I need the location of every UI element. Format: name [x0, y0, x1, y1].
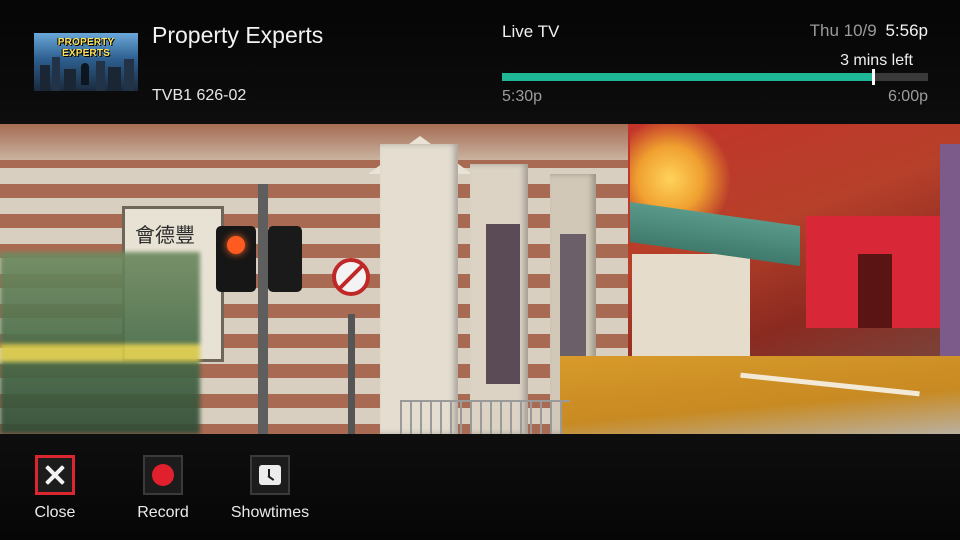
- thumbnail-building: [52, 57, 60, 91]
- traffic-pole: [258, 184, 268, 434]
- thumbnail-building: [124, 59, 134, 91]
- passing-tram: [0, 252, 200, 434]
- clock-icon: [259, 465, 281, 485]
- thumbnail-building: [96, 61, 105, 91]
- progress-fill: [502, 73, 873, 81]
- channel-number: TVB1 626-02: [152, 87, 247, 104]
- close-button-box[interactable]: [35, 455, 75, 495]
- program-thumbnail: PROPERTY EXPERTS: [34, 33, 138, 91]
- record-icon: [152, 464, 174, 486]
- program-title: Property Experts: [152, 22, 324, 48]
- showtimes-button-box[interactable]: [250, 455, 290, 495]
- no-entry-sign: [332, 258, 370, 296]
- close-icon: [44, 464, 66, 486]
- time-remaining: 3 mins left: [840, 52, 913, 69]
- street-road: [560, 356, 960, 434]
- sign-pole: [348, 314, 355, 434]
- signboard-text: 會德豐: [135, 223, 195, 247]
- live-video-frame[interactable]: 會德豐: [0, 124, 960, 434]
- record-button-box[interactable]: [143, 455, 183, 495]
- tram-stripe: [0, 344, 200, 362]
- program-end-time: 6:00p: [887, 88, 928, 105]
- current-date: Thu 10/9: [809, 21, 877, 40]
- building-pillar: [380, 144, 458, 434]
- traffic-light-lamp: [227, 236, 245, 254]
- red-building: [806, 216, 944, 328]
- current-time: 5:56p: [885, 21, 928, 40]
- window-poster: [486, 224, 520, 384]
- action-bar: Close Record Showtimes: [0, 434, 960, 540]
- clock-readout: Thu 10/9 5:56p: [810, 21, 928, 41]
- progress-marker: [871, 69, 875, 85]
- street-railing: [400, 400, 570, 434]
- thumbnail-building: [40, 65, 50, 91]
- program-progress-bar: [502, 69, 928, 85]
- thumbnail-building: [64, 69, 76, 91]
- thumbnail-building: [108, 67, 121, 91]
- live-tv-label: Live TV: [502, 22, 560, 41]
- thumbnail-person: [81, 63, 89, 85]
- thumbnail-title: PROPERTY EXPERTS: [57, 37, 115, 59]
- close-button-label: Close: [34, 504, 76, 521]
- traffic-light: [268, 226, 302, 292]
- close-button[interactable]: Close: [10, 455, 100, 522]
- record-button-label: Record: [137, 504, 189, 521]
- record-button[interactable]: Record: [118, 455, 208, 522]
- wall-top: [0, 124, 640, 160]
- program-info-bar: PROPERTY EXPERTS Property Experts TVB1 6…: [0, 0, 960, 124]
- showtimes-button[interactable]: Showtimes: [225, 455, 315, 522]
- traffic-light: [216, 226, 256, 292]
- program-start-time: 5:30p: [502, 88, 543, 105]
- showtimes-button-label: Showtimes: [230, 504, 310, 521]
- red-building-door: [858, 254, 892, 328]
- road-marking: [740, 372, 920, 397]
